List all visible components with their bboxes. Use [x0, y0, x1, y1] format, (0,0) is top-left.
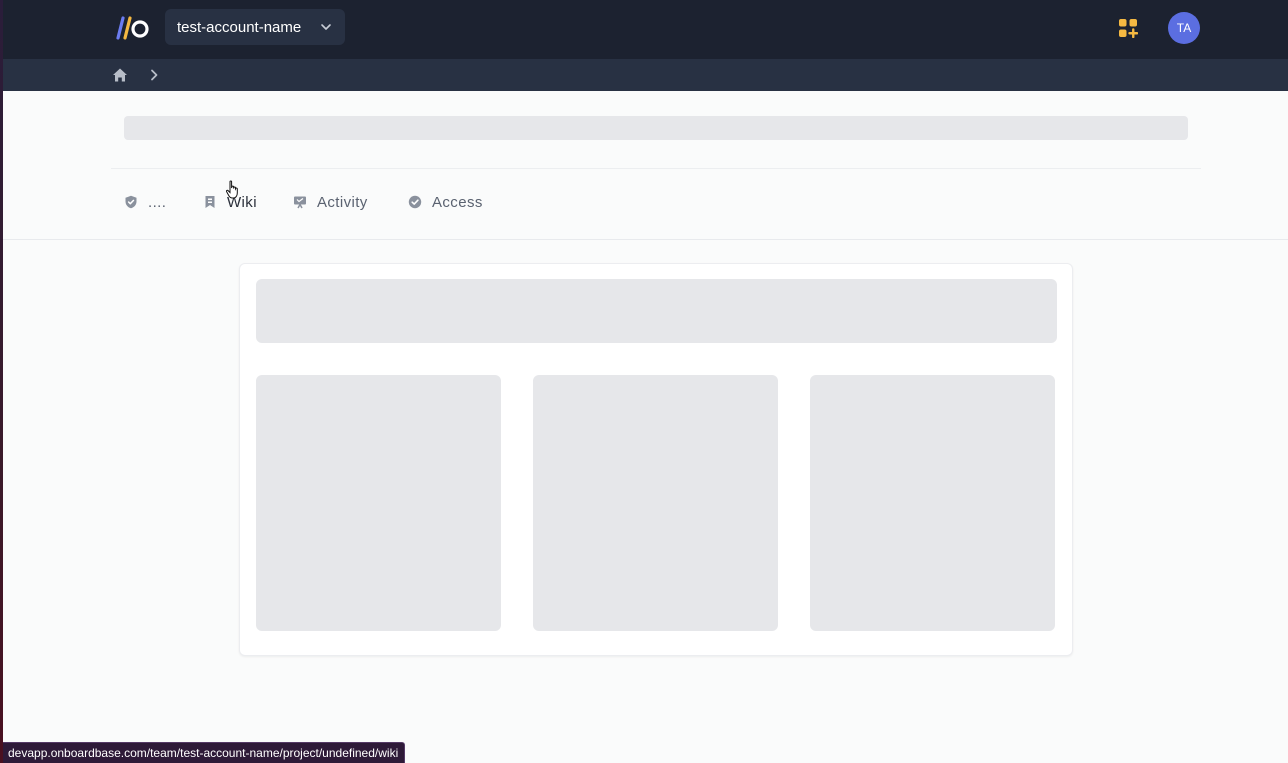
tab-label: Access [432, 193, 483, 211]
chevron-right-icon [151, 69, 158, 81]
bookmark-icon [205, 196, 215, 208]
status-bar-url: devapp.onboardbase.com/team/test-account… [3, 742, 406, 763]
column-skeleton [533, 375, 778, 631]
tab-access[interactable]: Access [408, 188, 483, 216]
account-selector[interactable]: test-account-name [165, 9, 345, 45]
logo-icon[interactable] [111, 15, 151, 41]
window-edge [0, 0, 3, 763]
tab-activity[interactable]: Activity [293, 188, 368, 216]
breadcrumb [0, 59, 1288, 91]
chevron-down-icon [321, 24, 331, 30]
banner-skeleton [256, 279, 1057, 343]
tab-label: Activity [317, 193, 368, 211]
divider [111, 168, 1201, 169]
user-avatar[interactable]: TA [1168, 12, 1200, 44]
tab-overview[interactable]: .... [124, 188, 166, 216]
tab-label: .... [148, 193, 167, 211]
home-icon[interactable] [112, 67, 128, 83]
presentation-icon [294, 196, 306, 209]
content-card [239, 263, 1073, 656]
title-skeleton [124, 116, 1188, 140]
column-skeleton [256, 375, 501, 631]
hand-cursor-icon [225, 180, 238, 199]
check-badge-icon [408, 195, 422, 209]
divider [0, 239, 1288, 240]
column-skeleton [810, 375, 1055, 631]
shield-icon [125, 195, 137, 209]
top-navbar: test-account-name TA [0, 0, 1288, 59]
apps-grid-icon[interactable] [1118, 18, 1138, 38]
account-name: test-account-name [177, 18, 302, 36]
